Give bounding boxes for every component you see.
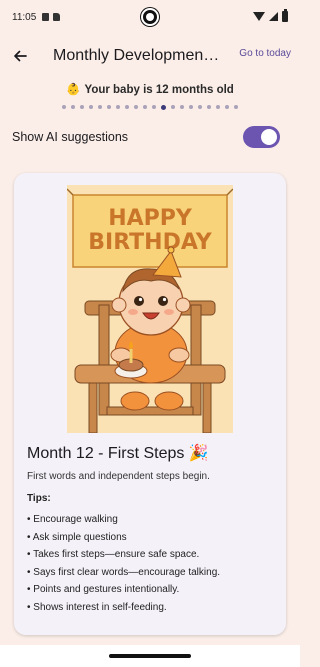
baby-emoji-icon: 👶 [66, 84, 81, 96]
status-icons [253, 9, 288, 22]
pager-dot[interactable] [71, 105, 75, 109]
pager-dot[interactable] [80, 105, 84, 109]
card-title: Month 12 - First Steps 🎉 [27, 445, 209, 462]
pager-dot[interactable] [189, 105, 193, 109]
age-text: Your baby is 12 months old [84, 84, 234, 96]
ai-suggestions-label: Show AI suggestions [12, 130, 129, 144]
pager-dot[interactable] [107, 105, 111, 109]
pager-dot[interactable] [62, 105, 66, 109]
notification-icon [42, 13, 50, 21]
tip-item: Says first clear words—encourage talking… [27, 567, 220, 585]
pager-dot[interactable] [116, 105, 120, 109]
pager-dot[interactable] [152, 105, 156, 109]
pager-dot[interactable] [180, 105, 184, 109]
tip-item: Ask simple questions [27, 532, 220, 550]
sim-card-icon [53, 13, 61, 21]
battery-icon [282, 9, 288, 22]
arrow-back-icon [14, 50, 27, 62]
pager-dot-active[interactable] [161, 104, 166, 110]
card-description: First words and independent steps begin. [27, 471, 210, 482]
pager-dot[interactable] [216, 105, 220, 109]
pager-dot[interactable] [89, 105, 93, 109]
pager-dot[interactable] [143, 105, 147, 109]
camera-cutout [141, 8, 159, 26]
navigation-bar [0, 645, 300, 667]
back-button[interactable] [0, 38, 40, 74]
pager-dot[interactable] [234, 105, 238, 109]
go-to-today-button[interactable]: Go to today [239, 48, 291, 59]
tips-list: Encourage walking Ask simple questions T… [27, 514, 220, 619]
tip-item: Takes first steps—ensure safe space. [27, 549, 220, 567]
home-gesture-handle[interactable] [109, 654, 191, 658]
month-pager-dots[interactable] [0, 104, 300, 110]
wifi-icon [253, 12, 265, 21]
month-card: HAPPY BIRTHDAY Month 12 - First Steps 🎉 … [14, 173, 286, 635]
pager-dot[interactable] [98, 105, 102, 109]
age-header: 👶 Your baby is 12 months old [0, 82, 300, 96]
tip-item: Encourage walking [27, 514, 220, 532]
pager-dot[interactable] [171, 105, 175, 109]
card-scroll-fade [14, 615, 286, 635]
signal-icon [269, 12, 278, 21]
banner-line-2: BIRTHDAY [88, 230, 213, 255]
tip-item: Points and gestures intentionally. [27, 584, 220, 602]
page-title: Monthly Developmen… [53, 47, 220, 64]
birthday-illustration: HAPPY BIRTHDAY [67, 185, 233, 433]
pager-dot[interactable] [134, 105, 138, 109]
app-bar: Monthly Developmen… Go to today [0, 38, 300, 74]
status-time: 11:05 [12, 11, 37, 23]
pager-dot[interactable] [125, 105, 129, 109]
banner-line-1: HAPPY [108, 206, 193, 231]
ai-suggestions-row: Show AI suggestions [12, 120, 280, 154]
toggle-knob [261, 129, 277, 145]
pager-dot[interactable] [225, 105, 229, 109]
pager-dot[interactable] [207, 105, 211, 109]
ai-suggestions-toggle[interactable] [243, 126, 280, 148]
pager-dot[interactable] [198, 105, 202, 109]
tips-label: Tips: [27, 493, 51, 504]
